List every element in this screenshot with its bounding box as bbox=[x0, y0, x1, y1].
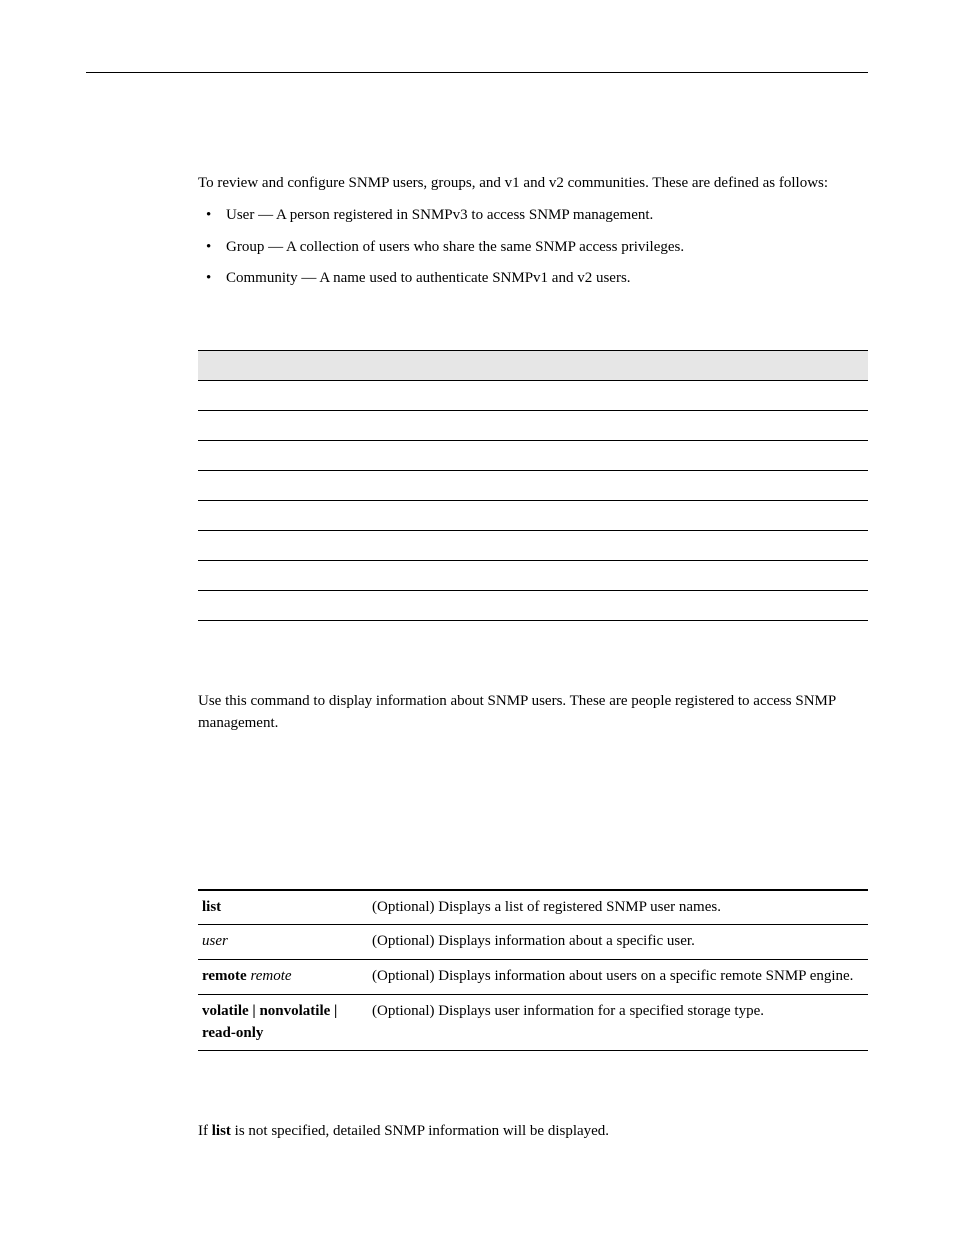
table-row bbox=[198, 531, 868, 561]
param-arg: remote bbox=[247, 968, 292, 984]
ref-header-right bbox=[533, 351, 868, 381]
bullet-item: Community — A name used to authenticate … bbox=[202, 268, 868, 290]
command-description: Use this command to display information … bbox=[198, 691, 868, 735]
param-desc: (Optional) Displays information about us… bbox=[368, 960, 868, 995]
table-row bbox=[198, 471, 868, 501]
table-row bbox=[198, 591, 868, 621]
defaults-text: If list is not specified, detailed SNMP … bbox=[198, 1121, 868, 1143]
intro-bullet-list: User — A person registered in SNMPv3 to … bbox=[198, 205, 868, 290]
ref-header-left bbox=[198, 351, 533, 381]
table-row bbox=[198, 411, 868, 441]
bullet-item: Group — A collection of users who share … bbox=[202, 237, 868, 259]
param-arg: user bbox=[202, 933, 228, 949]
param-desc: (Optional) Displays a list of registered… bbox=[368, 890, 868, 925]
param-name: remote bbox=[202, 968, 247, 984]
parameters-table: list (Optional) Displays a list of regis… bbox=[198, 889, 868, 1052]
table-row: remote remote (Optional) Displays inform… bbox=[198, 960, 868, 995]
param-desc: (Optional) Displays information about a … bbox=[368, 925, 868, 960]
table-row: user (Optional) Displays information abo… bbox=[198, 925, 868, 960]
param-desc: (Optional) Displays user information for… bbox=[368, 994, 868, 1051]
table-row bbox=[198, 561, 868, 591]
param-name: list bbox=[202, 899, 221, 915]
page-rule bbox=[86, 72, 868, 73]
table-row: list (Optional) Displays a list of regis… bbox=[198, 890, 868, 925]
param-name: volatile | nonvolatile | read-only bbox=[202, 1003, 337, 1041]
intro-lead: To review and configure SNMP users, grou… bbox=[198, 173, 868, 195]
table-row bbox=[198, 501, 868, 531]
table-row bbox=[198, 441, 868, 471]
table-row bbox=[198, 381, 868, 411]
table-row: volatile | nonvolatile | read-only (Opti… bbox=[198, 994, 868, 1051]
bullet-item: User — A person registered in SNMPv3 to … bbox=[202, 205, 868, 227]
reference-table bbox=[198, 350, 868, 621]
